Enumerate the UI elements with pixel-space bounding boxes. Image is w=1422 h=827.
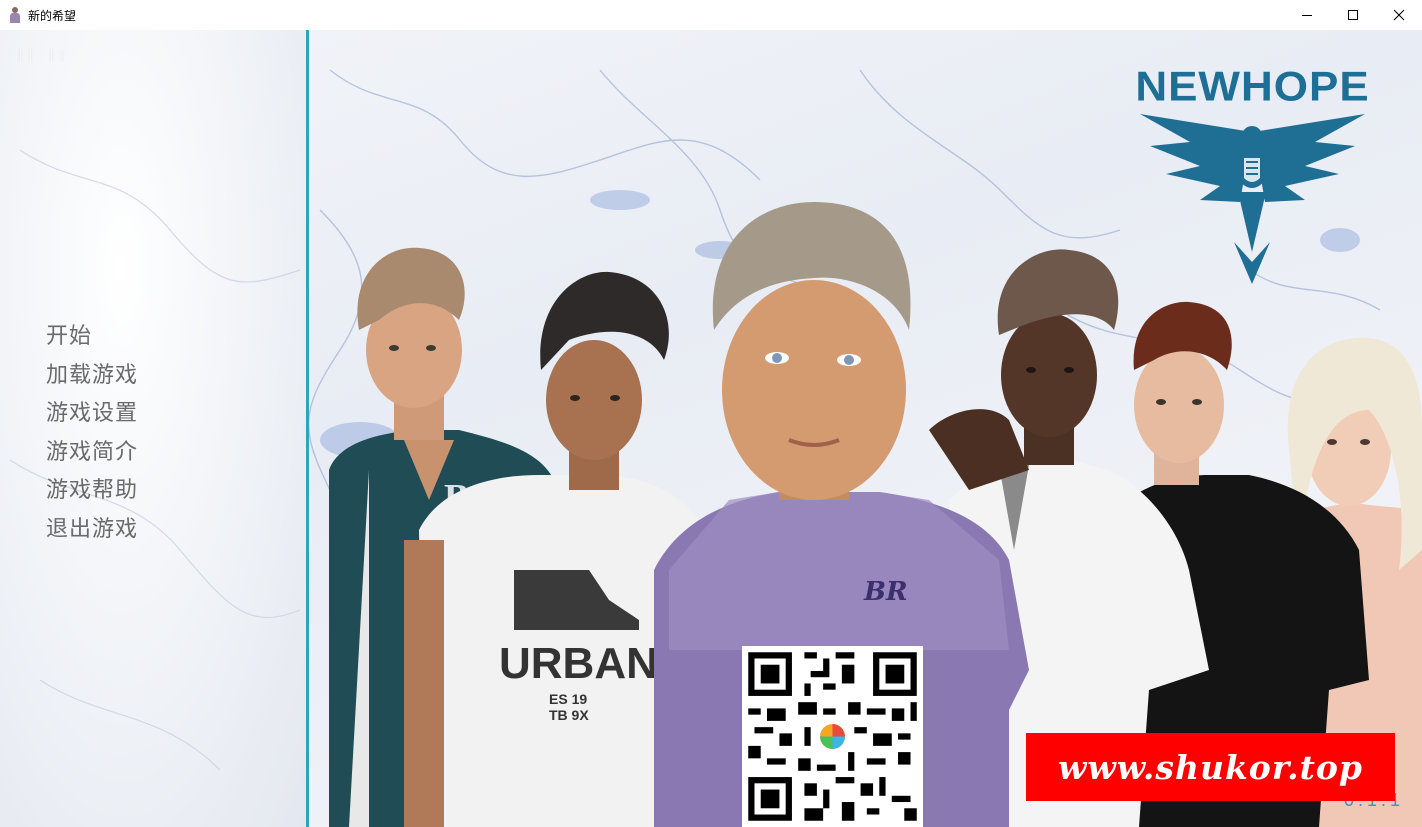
menu-item-start[interactable]: 开始 xyxy=(46,318,138,357)
shirt-text-line-2: ES 19 xyxy=(549,691,587,707)
shirt-text-urban: URBAN xyxy=(499,639,658,688)
watermark-banner: www.shukor.top xyxy=(1026,733,1395,801)
corner-hint: ᛁᛁ ᛁᛁ xyxy=(16,48,69,64)
menu-item-load-game[interactable]: 加载游戏 xyxy=(46,357,138,396)
app-icon xyxy=(8,7,22,23)
shirt-logo: BR xyxy=(863,577,908,607)
menu-item-help[interactable]: 游戏帮助 xyxy=(46,472,138,511)
window-title: 新的希望 xyxy=(28,8,77,23)
window-titlebar: 新的希望 xyxy=(0,0,1422,30)
maximize-button[interactable] xyxy=(1330,0,1376,30)
game-screen: ᛁᛁ ᛁᛁ 开始 加载游戏 游戏设置 游戏简介 游戏帮助 退出游戏 B xyxy=(0,30,1422,827)
minimize-button[interactable] xyxy=(1284,0,1330,30)
minimize-icon xyxy=(1302,15,1312,16)
eagle-icon xyxy=(1140,114,1365,284)
window-controls xyxy=(1284,0,1422,30)
main-menu: 开始 加载游戏 游戏设置 游戏简介 游戏帮助 退出游戏 xyxy=(46,318,138,550)
maximize-icon xyxy=(1348,10,1358,20)
menu-item-about[interactable]: 游戏简介 xyxy=(46,434,138,473)
qr-code xyxy=(742,646,923,827)
shirt-text-line-3: TB 9X xyxy=(549,707,589,723)
watermark-text: www.shukor.top xyxy=(1057,747,1363,787)
game-logo: NEWHOPE xyxy=(1130,62,1375,287)
menu-item-settings[interactable]: 游戏设置 xyxy=(46,395,138,434)
close-button[interactable] xyxy=(1376,0,1422,30)
menu-item-quit[interactable]: 退出游戏 xyxy=(46,511,138,550)
close-icon xyxy=(1393,9,1405,21)
menu-panel: ᛁᛁ ᛁᛁ 开始 加载游戏 游戏设置 游戏简介 游戏帮助 退出游戏 xyxy=(0,30,306,827)
